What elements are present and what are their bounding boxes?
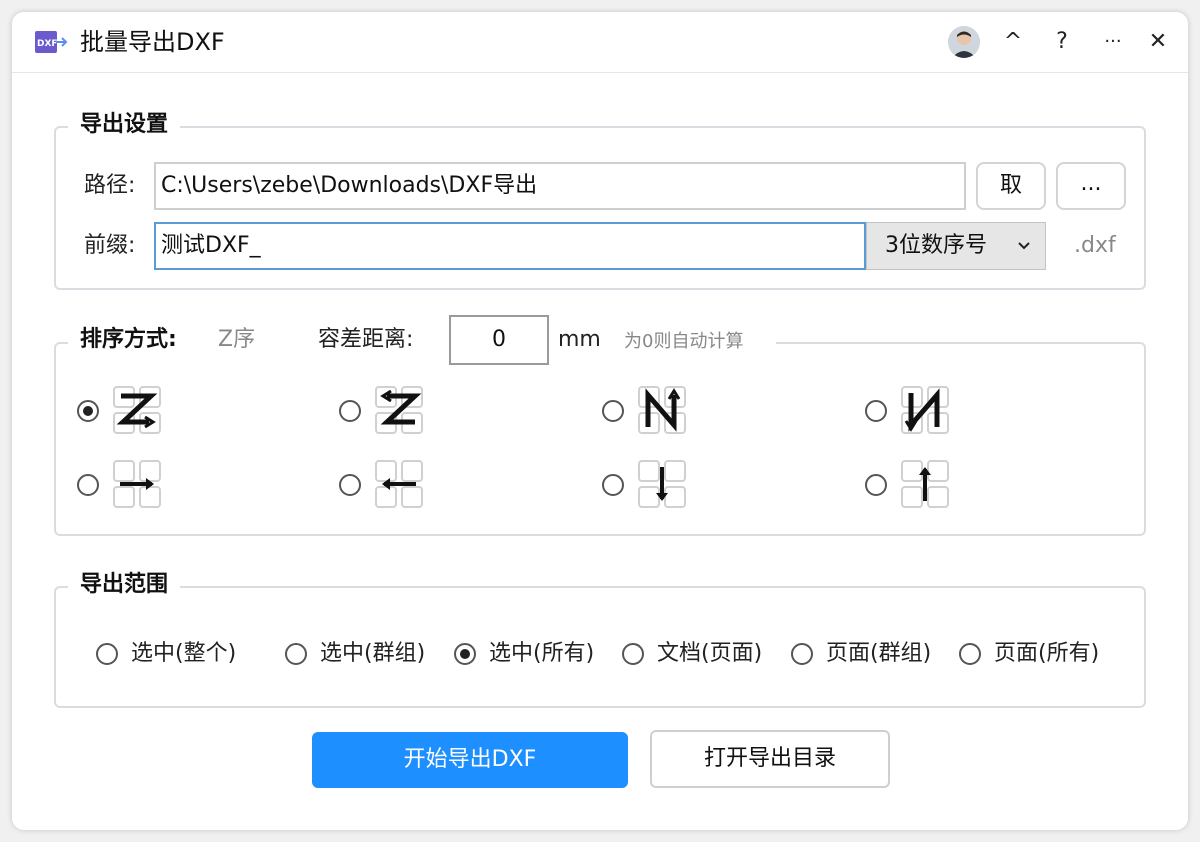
open-export-folder-button[interactable]: 打开导出目录 — [650, 730, 890, 788]
user-portrait-icon — [948, 26, 980, 58]
row-left-icon — [375, 460, 423, 508]
range-radio-page-all[interactable] — [959, 643, 981, 665]
path-input[interactable]: C:\Users\zebe\Downloads\DXF导出 — [154, 162, 966, 210]
numbering-select[interactable]: 3位数序号 — [866, 222, 1046, 270]
export-settings-legend: 导出设置 — [68, 110, 181, 140]
row-right-icon — [113, 460, 161, 508]
sort-option-radio-row-right[interactable] — [77, 474, 99, 496]
sort-option-radio-z-right[interactable] — [77, 400, 99, 422]
svg-text:DXF: DXF — [37, 39, 58, 49]
range-label-selected-all[interactable]: 选中(所有) — [489, 639, 594, 669]
range-label-document-pages[interactable]: 文档(页面) — [657, 639, 762, 669]
title-bar: DXF 批量导出DXF ^ ? ··· ✕ — [12, 12, 1188, 73]
start-export-button[interactable]: 开始导出DXF — [312, 732, 628, 788]
range-label-page-group[interactable]: 页面(群组) — [826, 639, 931, 669]
batch-export-dxf-dialog: DXF 批量导出DXF ^ ? ··· ✕ 导出设置 路径: C:\Users\… — [12, 12, 1188, 830]
range-label-page-all[interactable]: 页面(所有) — [994, 639, 1099, 669]
sort-option-radio-n-down[interactable] — [865, 400, 887, 422]
range-radio-selected-all[interactable] — [454, 643, 476, 665]
range-label-selected-whole[interactable]: 选中(整个) — [131, 639, 236, 669]
chevron-down-icon — [1018, 242, 1030, 250]
sorting-group — [54, 342, 1146, 536]
browse-button[interactable]: ... — [1056, 162, 1126, 210]
sorting-current-mode: Z序 — [218, 327, 256, 352]
range-radio-page-group[interactable] — [791, 643, 813, 665]
sort-option-radio-column-down[interactable] — [602, 474, 624, 496]
range-label-selected-group[interactable]: 选中(群组) — [320, 639, 425, 669]
prefix-input[interactable]: 测试DXF_ — [154, 222, 866, 270]
sorting-legend: 排序方式: — [68, 325, 189, 355]
prefix-label: 前缀: — [84, 233, 136, 258]
n-order-down-icon — [901, 386, 949, 434]
tolerance-hint: 为0则自动计算 — [624, 331, 744, 352]
close-button[interactable]: ✕ — [1142, 26, 1174, 58]
range-radio-selected-group[interactable] — [285, 643, 307, 665]
column-up-icon — [901, 460, 949, 508]
z-order-right-icon — [113, 386, 161, 434]
window-title: 批量导出DXF — [80, 28, 225, 56]
file-extension-label: .dxf — [1074, 233, 1116, 258]
help-button[interactable]: ? — [1046, 26, 1078, 58]
sort-option-radio-column-up[interactable] — [865, 474, 887, 496]
column-down-icon — [638, 460, 686, 508]
take-path-button[interactable]: 取 — [976, 162, 1046, 210]
sort-option-radio-z-left[interactable] — [339, 400, 361, 422]
more-options-button[interactable]: ··· — [1097, 26, 1129, 58]
sort-option-radio-n-up[interactable] — [602, 400, 624, 422]
tolerance-input[interactable]: 0 — [449, 315, 549, 365]
z-order-left-icon — [375, 386, 423, 434]
n-order-up-icon — [638, 386, 686, 434]
user-avatar[interactable] — [948, 26, 980, 58]
export-range-legend: 导出范围 — [68, 570, 181, 600]
sort-option-radio-row-left[interactable] — [339, 474, 361, 496]
dxf-export-app-icon: DXF — [35, 31, 68, 53]
path-label: 路径: — [84, 173, 136, 198]
tolerance-label: 容差距离: — [318, 327, 414, 352]
tolerance-unit: mm — [558, 327, 601, 352]
collapse-button[interactable]: ^ — [997, 26, 1029, 58]
range-radio-selected-whole[interactable] — [96, 643, 118, 665]
range-radio-document-pages[interactable] — [622, 643, 644, 665]
numbering-selected-value: 3位数序号 — [885, 233, 987, 258]
